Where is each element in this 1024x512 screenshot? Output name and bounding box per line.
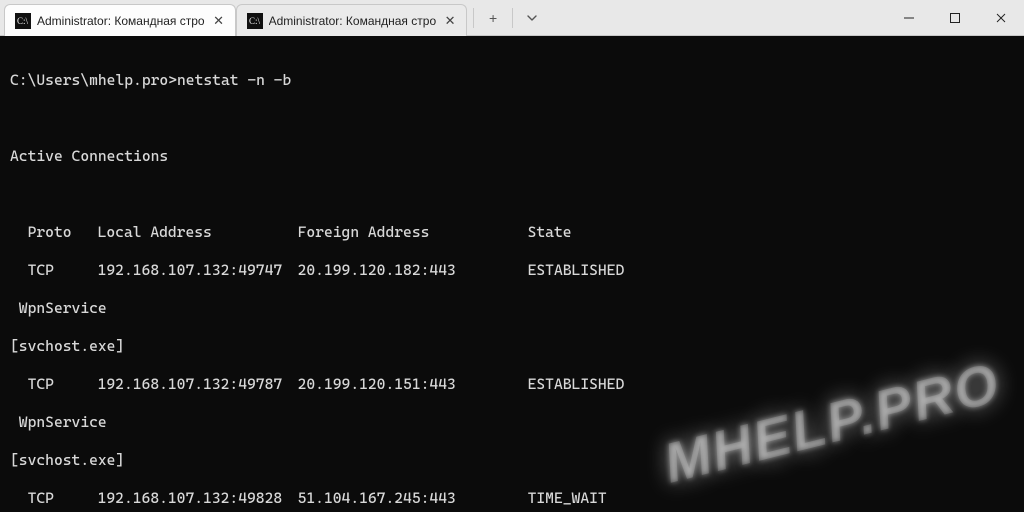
cell-local: 192.168.107.132:49828 (98, 489, 298, 508)
titlebar-drag-area[interactable] (547, 0, 886, 35)
cell-foreign: 20.199.120.182:443 (298, 261, 528, 280)
window-controls (886, 0, 1024, 35)
section-heading: Active Connections (10, 147, 1014, 166)
connection-row: TCP192.168.107.132:4978720.199.120.151:4… (10, 375, 1014, 394)
blank-line (10, 109, 1014, 128)
close-tab-icon[interactable]: ✕ (211, 13, 227, 29)
cell-state: TIME_WAIT (528, 489, 607, 508)
terminal-pane[interactable]: C:\Users\mhelp.pro>netstat -n -b Active … (0, 36, 1024, 512)
maximize-button[interactable] (932, 0, 978, 35)
close-tab-icon[interactable]: ✕ (442, 13, 458, 29)
prompt-line: C:\Users\mhelp.pro>netstat -n -b (10, 71, 1014, 90)
tab-1[interactable]: C:\ Administrator: Командная стро ✕ (4, 4, 236, 36)
columns-header: ProtoLocal AddressForeign AddressState (10, 223, 1014, 242)
exe-line: [svchost.exe] (10, 337, 1014, 356)
cell-state: ESTABLISHED (528, 261, 625, 280)
cell-proto: TCP (28, 375, 98, 394)
svg-text:C:\: C:\ (17, 16, 29, 26)
command-text: netstat -n -b (177, 71, 291, 89)
cmd-icon: C:\ (15, 13, 31, 29)
cell-local: 192.168.107.132:49747 (98, 261, 298, 280)
connection-row: TCP192.168.107.132:4982851.104.167.245:4… (10, 489, 1014, 508)
titlebar: C:\ Administrator: Командная стро ✕ C:\ … (0, 0, 1024, 36)
prompt-path: C:\Users\mhelp.pro> (10, 71, 177, 89)
minimize-button[interactable] (886, 0, 932, 35)
divider (473, 8, 474, 28)
tab-dropdown-button[interactable] (517, 3, 547, 33)
service-line: WpnService (10, 413, 1014, 432)
tab-2[interactable]: C:\ Administrator: Командная стро ✕ (236, 4, 468, 36)
cell-state: ESTABLISHED (528, 375, 625, 394)
exe-line: [svchost.exe] (10, 451, 1014, 470)
connection-row: TCP192.168.107.132:4974720.199.120.182:4… (10, 261, 1014, 280)
close-window-button[interactable] (978, 0, 1024, 35)
col-foreign: Foreign Address (298, 223, 528, 242)
col-state: State (528, 223, 572, 242)
tab-title: Administrator: Командная стро (269, 14, 437, 28)
col-proto: Proto (28, 223, 98, 242)
cell-local: 192.168.107.132:49787 (98, 375, 298, 394)
tab-title: Administrator: Командная стро (37, 14, 205, 28)
tab-actions: + (467, 0, 547, 35)
cell-foreign: 20.199.120.151:443 (298, 375, 528, 394)
cell-proto: TCP (28, 489, 98, 508)
blank-line (10, 185, 1014, 204)
new-tab-button[interactable]: + (478, 3, 508, 33)
col-local: Local Address (98, 223, 298, 242)
cmd-icon: C:\ (247, 13, 263, 29)
cell-foreign: 51.104.167.245:443 (298, 489, 528, 508)
tab-strip: C:\ Administrator: Командная стро ✕ C:\ … (0, 0, 467, 35)
divider (512, 8, 513, 28)
svg-text:C:\: C:\ (249, 16, 261, 26)
cell-proto: TCP (28, 261, 98, 280)
service-line: WpnService (10, 299, 1014, 318)
terminal-window: C:\ Administrator: Командная стро ✕ C:\ … (0, 0, 1024, 512)
